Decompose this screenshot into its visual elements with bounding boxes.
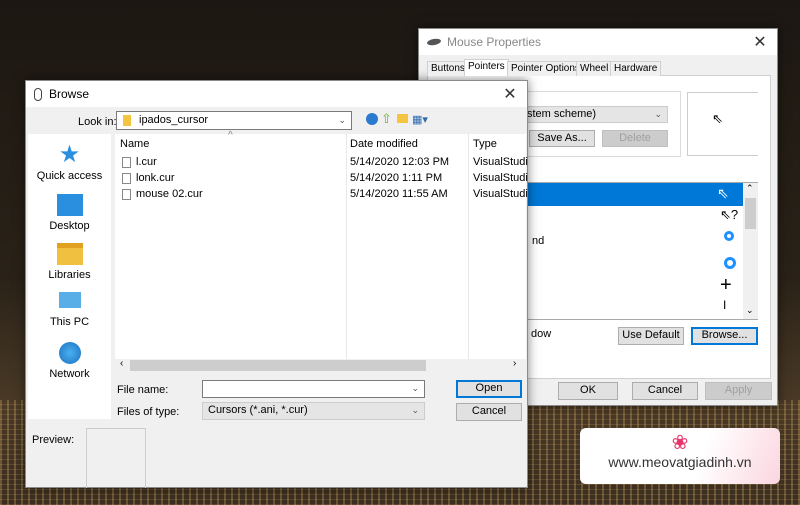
- tab-buttons[interactable]: Buttons: [427, 61, 469, 76]
- scheme-group: [513, 91, 681, 157]
- file-icon: [122, 157, 131, 168]
- cursor-list[interactable]: ⇖ ⇖? nd + I ⌃ ⌄: [513, 182, 758, 320]
- window-title: Mouse Properties: [447, 35, 542, 49]
- column-name[interactable]: Name: [120, 138, 149, 150]
- places-bar: ★ Quick access Desktop Libraries This PC …: [28, 134, 111, 419]
- close-button[interactable]: ✕: [749, 32, 771, 52]
- busy-icon: [724, 257, 736, 269]
- network-icon: [58, 342, 81, 364]
- file-name-input[interactable]: ⌄: [202, 380, 425, 398]
- files-of-type-dropdown[interactable]: Cursors (*.ani, *.cur) ⌄: [202, 402, 425, 420]
- use-default-button[interactable]: Use Default: [618, 327, 684, 345]
- normal-select-cursor-icon: ⇖: [717, 185, 729, 201]
- mouse-icon: [34, 87, 42, 101]
- preview-label: Preview:: [32, 434, 75, 446]
- file-name-label: File name:: [117, 384, 169, 396]
- column-type[interactable]: Type: [473, 138, 497, 150]
- file-row[interactable]: lonk.cur 5/14/2020 1:11 PM VisualStudi: [115, 170, 528, 186]
- back-icon[interactable]: [366, 113, 378, 125]
- tab-hardware[interactable]: Hardware: [610, 61, 662, 76]
- new-folder-icon[interactable]: [397, 114, 408, 123]
- file-list[interactable]: ^ Name Date modified Type l.cur 5/14/2020…: [115, 130, 528, 359]
- close-button[interactable]: ✕: [499, 84, 521, 104]
- tab-wheel[interactable]: Wheel: [576, 61, 613, 76]
- computer-icon: [58, 292, 81, 308]
- apply-button[interactable]: Apply: [705, 382, 772, 400]
- title-bar: Browse: [26, 81, 527, 107]
- tab-pointers[interactable]: Pointers: [464, 59, 509, 76]
- star-icon: ★: [58, 141, 81, 168]
- up-folder-icon[interactable]: ⇧: [381, 111, 392, 127]
- place-this-pc[interactable]: This PC: [28, 292, 111, 328]
- mouse-icon: [426, 37, 442, 47]
- preview-box: [86, 428, 146, 488]
- browse-button[interactable]: Browse...: [691, 327, 758, 345]
- place-quick-access[interactable]: ★ Quick access: [28, 141, 111, 183]
- save-as-button[interactable]: Save As...: [529, 130, 595, 147]
- file-icon: [122, 173, 131, 184]
- help-select-cursor-icon: ⇖?: [720, 207, 739, 222]
- desktop-icon: [56, 194, 83, 216]
- watermark: ❀ www.meovatgiadinh.vn: [580, 428, 780, 484]
- pointer-preview: ⇖: [687, 92, 758, 156]
- file-icon: [122, 189, 131, 200]
- ok-button[interactable]: OK: [558, 382, 618, 400]
- column-date-modified[interactable]: Date modified: [350, 138, 418, 150]
- open-button[interactable]: Open: [456, 380, 522, 398]
- place-libraries[interactable]: Libraries: [28, 243, 111, 281]
- file-row[interactable]: l.cur 5/14/2020 12:03 PM VisualStudi: [115, 154, 528, 170]
- scrollbar[interactable]: ⌃ ⌄: [743, 183, 758, 319]
- precision-select-icon: +: [720, 274, 732, 296]
- scheme-dropdown[interactable]: stem scheme) ⌄: [521, 106, 668, 123]
- dialog-title: Browse: [49, 87, 90, 101]
- watermark-text: www.meovatgiadinh.vn: [608, 454, 752, 470]
- file-row[interactable]: mouse 02.cur 5/14/2020 11:55 AM VisualStud…: [115, 186, 528, 202]
- files-of-type-label: Files of type:: [117, 406, 180, 418]
- title-bar: Mouse Properties: [419, 29, 777, 55]
- place-network[interactable]: Network: [28, 342, 111, 380]
- chevron-down-icon: ⌄: [654, 109, 662, 119]
- place-desktop[interactable]: Desktop: [28, 194, 111, 232]
- text-select-icon: I: [723, 298, 727, 312]
- shadow-label-partial: dow: [531, 328, 552, 340]
- tab-pointer-options[interactable]: Pointer Options: [507, 61, 584, 76]
- cancel-button[interactable]: Cancel: [632, 382, 698, 400]
- column-headers: Name Date modified Type: [115, 138, 526, 154]
- chevron-down-icon: ⌄: [411, 405, 419, 415]
- arrow-cursor-icon: ⇖: [712, 111, 723, 126]
- look-in-label: Look in:: [78, 116, 117, 128]
- view-menu-icon[interactable]: ▦▾: [412, 113, 428, 126]
- delete-button[interactable]: Delete: [602, 130, 668, 147]
- selected-row[interactable]: ⇖: [514, 183, 743, 206]
- look-in-dropdown[interactable]: ipados_cursor ⌄: [116, 111, 352, 130]
- folder-icon: [123, 115, 131, 126]
- chevron-down-icon: ⌄: [338, 115, 346, 125]
- chevron-down-icon: ⌄: [411, 383, 419, 393]
- lotus-logo: ❀: [671, 432, 689, 454]
- browse-dialog: Browse ✕ Look in: ipados_cursor ⌄ ⇧ ▦▾ ★ Q…: [25, 80, 528, 488]
- cancel-button[interactable]: Cancel: [456, 403, 522, 421]
- libraries-icon: [56, 243, 83, 265]
- working-in-background-icon: [724, 231, 734, 241]
- horizontal-scrollbar[interactable]: ‹ ›: [115, 358, 526, 372]
- list-item-partial[interactable]: nd: [532, 235, 544, 247]
